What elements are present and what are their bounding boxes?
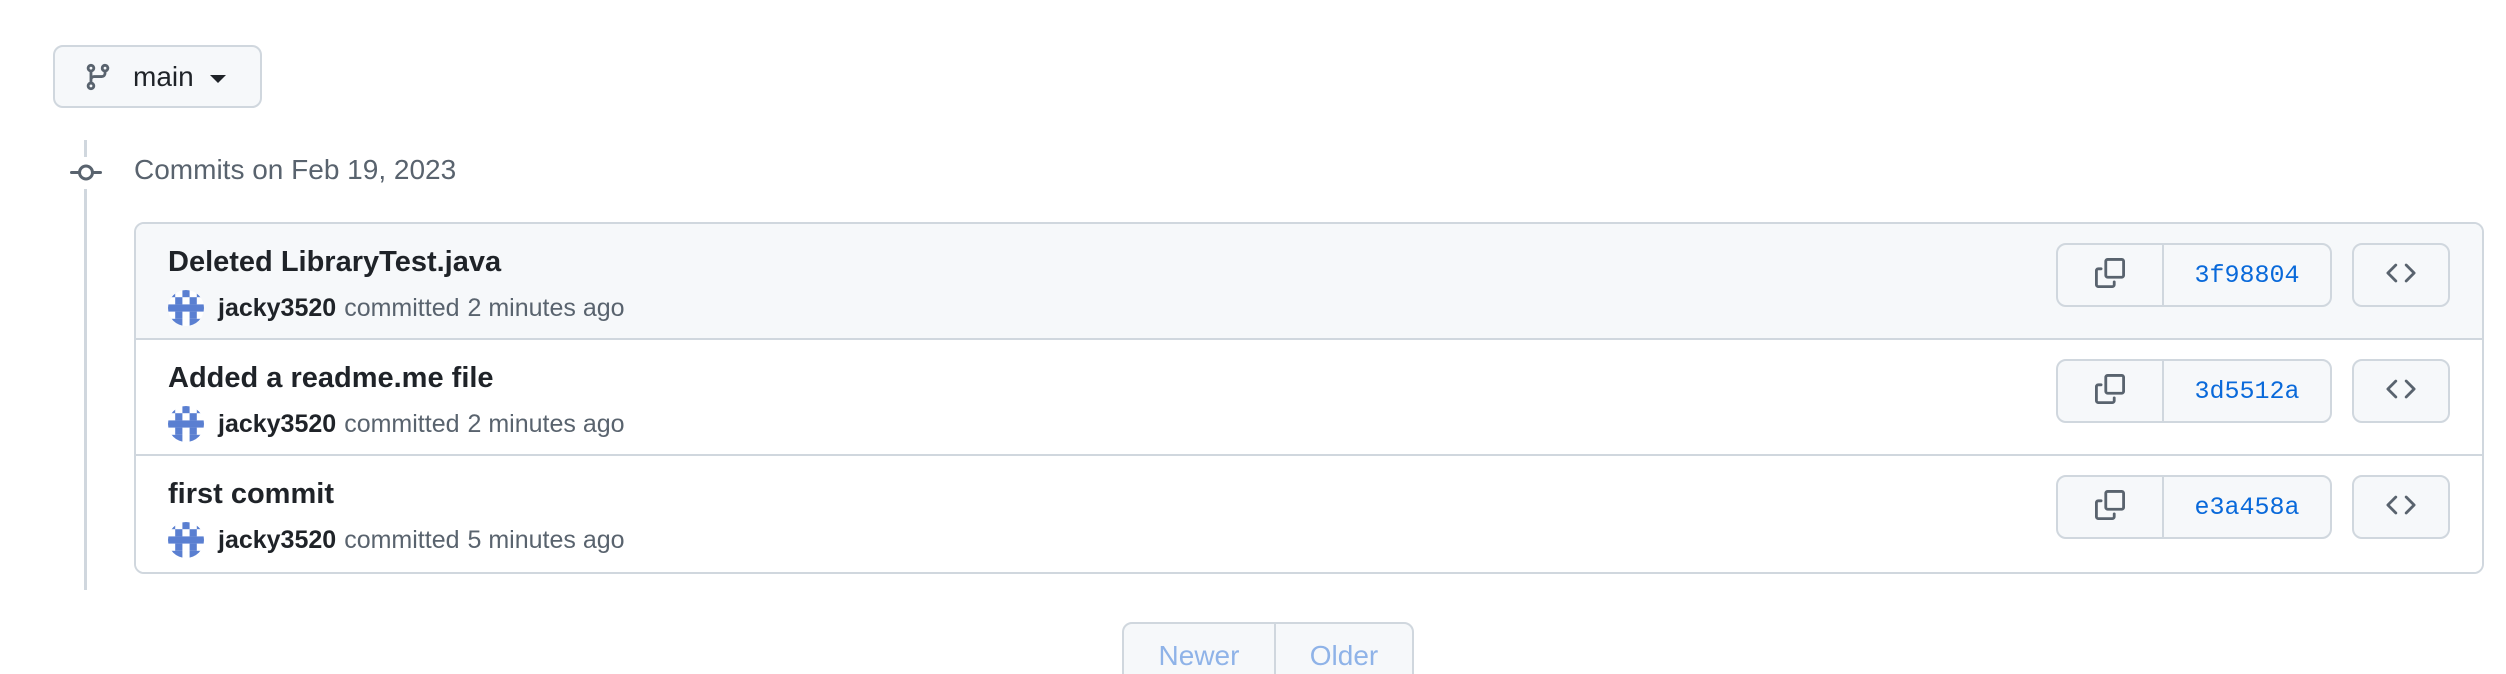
chevron-down-icon <box>209 74 226 83</box>
commit-row: first commit jacky3520 committed 5 minut… <box>136 456 2482 572</box>
copy-sha-button[interactable] <box>2058 245 2164 305</box>
commit-title-link[interactable]: first commit <box>168 478 334 511</box>
commit-meta: jacky3520 committed 2 minutes ago <box>168 290 625 326</box>
commit-sha-link[interactable]: 3d5512a <box>2164 361 2330 421</box>
timeline-line <box>84 140 87 590</box>
newer-button[interactable]: Newer <box>1124 624 1276 674</box>
commit-sha-group: 3f98804 <box>2056 243 2332 307</box>
commit-row: Deleted LibraryTest.java jacky3520 commi… <box>136 224 2482 340</box>
commit-action: committed <box>344 525 460 554</box>
commit-title-link[interactable]: Deleted LibraryTest.java <box>168 246 501 279</box>
commit-sha-link[interactable]: 3f98804 <box>2164 245 2330 305</box>
commits-date-heading: Commits on Feb 19, 2023 <box>134 154 457 185</box>
commit-time: 2 minutes ago <box>467 293 625 322</box>
avatar[interactable] <box>168 290 204 326</box>
copy-icon <box>2095 373 2125 409</box>
commit-sha-group: e3a458a <box>2056 475 2332 539</box>
commit-action: committed <box>344 409 460 438</box>
git-commit-icon <box>70 157 102 189</box>
branch-name: main <box>133 60 194 92</box>
commit-sha-group: 3d5512a <box>2056 359 2332 423</box>
commit-list: Deleted LibraryTest.java jacky3520 commi… <box>134 222 2484 574</box>
commit-author-link[interactable]: jacky3520 <box>218 294 336 323</box>
commit-time: 5 minutes ago <box>467 525 625 554</box>
commit-meta: jacky3520 committed 2 minutes ago <box>168 406 625 442</box>
commit-action: committed <box>344 293 460 322</box>
commit-time: 2 minutes ago <box>467 409 625 438</box>
copy-icon <box>2095 489 2125 525</box>
git-branch-icon <box>83 61 115 93</box>
browse-repo-button[interactable] <box>2352 359 2450 423</box>
code-icon <box>2386 374 2416 409</box>
browse-repo-button[interactable] <box>2352 475 2450 539</box>
pagination: Newer Older <box>1122 622 1414 674</box>
commit-sha-link[interactable]: e3a458a <box>2164 477 2330 537</box>
code-icon <box>2386 490 2416 525</box>
copy-icon <box>2095 257 2125 293</box>
avatar[interactable] <box>168 522 204 558</box>
browse-repo-button[interactable] <box>2352 243 2450 307</box>
avatar[interactable] <box>168 406 204 442</box>
commit-author-link[interactable]: jacky3520 <box>218 526 336 555</box>
copy-sha-button[interactable] <box>2058 477 2164 537</box>
copy-sha-button[interactable] <box>2058 361 2164 421</box>
older-button[interactable]: Older <box>1276 624 1412 674</box>
commit-meta: jacky3520 committed 5 minutes ago <box>168 522 625 558</box>
commit-title-link[interactable]: Added a readme.me file <box>168 362 494 395</box>
commit-author-link[interactable]: jacky3520 <box>218 410 336 439</box>
branch-select-button[interactable]: main <box>53 45 262 108</box>
commit-row: Added a readme.me file jacky3520 committ… <box>136 340 2482 456</box>
code-icon <box>2386 258 2416 293</box>
